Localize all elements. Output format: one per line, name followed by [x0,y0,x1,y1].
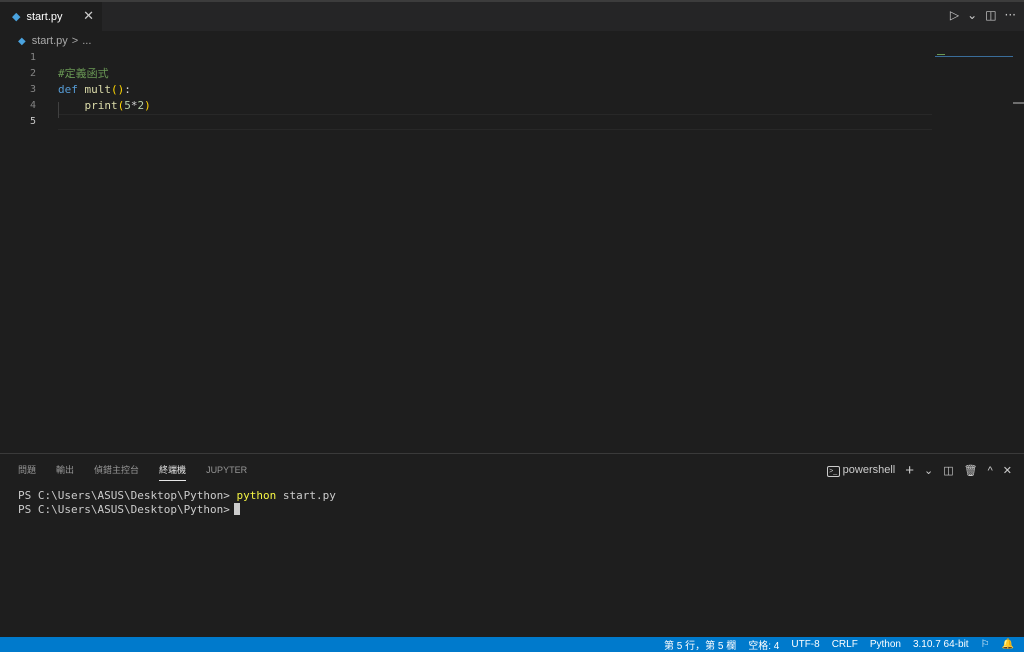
line-number-active: 5 [29,116,36,127]
bell-icon[interactable]: 🔔 [1002,639,1014,650]
editor-tab-bar: ◆ start.py ✕ ▷ ⌄ ◫ ··· [0,2,1024,31]
bottom-panel: 問題 輸出 偵錯主控台 終端機 JUPYTER >_ powershell + ⌄… [0,453,1024,638]
terminal-selector[interactable]: >_ powershell [826,464,896,477]
tab-jupyter[interactable]: JUPYTER [206,464,247,480]
breadcrumb-more[interactable]: ... [82,35,91,47]
python-file-icon: ◆ [12,10,21,23]
language-mode[interactable]: Python [870,639,901,650]
maximize-panel-icon[interactable]: ^ [988,465,993,477]
tab-terminal[interactable]: 終端機 [159,464,187,481]
current-line-highlight [58,114,932,130]
comment-token: #定義函式 [58,67,109,80]
code-line-2: #定義函式 [58,66,109,82]
indent-token [58,99,85,112]
terminal-shell-icon: >_ [826,466,840,477]
run-icon[interactable]: ▷ [950,8,959,22]
python-interpreter[interactable]: 3.10.7 64-bit [913,639,969,650]
code-content: #定義函式 def mult(): print(5*2) [58,50,151,115]
terminal-line: PS C:\Users\ASUS\Desktop\Python> python … [18,489,336,503]
paren-token: ) [144,99,151,112]
run-menu-chevron-icon[interactable]: ⌄ [967,8,977,22]
terminal-line: PS C:\Users\ASUS\Desktop\Python> [18,503,336,517]
encoding[interactable]: UTF-8 [791,639,819,650]
cursor-position[interactable]: 第 5 行，第 5 欄 [664,637,736,652]
terminal-prompt: PS C:\Users\ASUS\Desktop\Python> [18,489,237,502]
tab-start-py[interactable]: ◆ start.py ✕ [0,2,102,31]
end-of-line[interactable]: CRLF [832,639,858,650]
operator-token: * [130,99,138,112]
line-number: 3 [29,84,36,95]
tab-debug-console[interactable]: 偵錯主控台 [94,464,139,480]
line-number: 1 [29,52,36,63]
status-bar: 第 5 行，第 5 欄 空格: 4 UTF-8 CRLF Python 3.10… [0,637,1024,652]
feedback-icon[interactable]: ⚐ [981,639,990,650]
split-terminal-icon[interactable]: ◫ [943,464,953,477]
tab-problems[interactable]: 問題 [18,464,36,480]
trash-icon[interactable]: 🗑 [964,464,978,477]
terminal-cursor [233,503,240,515]
line-number: 4 [29,100,36,111]
indentation[interactable]: 空格: 4 [748,637,779,652]
status-bar-right: 第 5 行，第 5 欄 空格: 4 UTF-8 CRLF Python 3.10… [664,637,1014,652]
line-number: 2 [29,68,36,79]
function-name-token: mult [84,83,112,96]
keyword-token: def [58,83,78,96]
tab-label: start.py [26,10,63,23]
terminal-prompt: PS C:\Users\ASUS\Desktop\Python> [18,503,230,516]
minimap-line [937,54,945,55]
breadcrumb-file[interactable]: start.py [32,35,68,47]
colon-token: : [124,83,131,96]
code-line-4: print(5*2) [58,98,151,114]
more-actions-icon[interactable]: ··· [1005,8,1016,22]
editor-actions: ▷ ⌄ ◫ ··· [950,8,1016,22]
panel-actions: >_ powershell + ⌄ ◫ 🗑 ^ ✕ [826,462,1012,479]
minimap-viewport [935,56,1013,57]
close-tab-icon[interactable]: ✕ [83,9,94,24]
shell-name: powershell [842,464,896,476]
terminal-command: python [236,489,277,502]
new-terminal-plus-icon[interactable]: + [905,462,914,479]
breadcrumb: ◆ start.py > ... [18,34,91,48]
close-panel-icon[interactable]: ✕ [1003,464,1012,477]
terminal-args: start.py [276,489,336,502]
builtin-token: print [84,99,118,112]
terminal-menu-chevron-icon[interactable]: ⌄ [924,464,933,477]
scrollbar-marker[interactable] [1013,102,1024,104]
minimap[interactable] [935,50,1013,452]
chevron-right-icon: > [71,35,79,47]
panel-tabs: 問題 輸出 偵錯主控台 終端機 JUPYTER [18,464,267,481]
code-editor[interactable]: 1 2 3 4 5 #定義函式 def mult(): print(5*2) [0,50,1024,452]
tab-output[interactable]: 輸出 [56,464,74,480]
terminal-output[interactable]: PS C:\Users\ASUS\Desktop\Python> python … [18,489,336,517]
code-line-3: def mult(): [58,82,131,98]
paren-token: ( [111,83,118,96]
split-editor-icon[interactable]: ◫ [985,8,996,22]
python-file-icon: ◆ [18,35,26,47]
number-token: 5 [124,99,131,112]
